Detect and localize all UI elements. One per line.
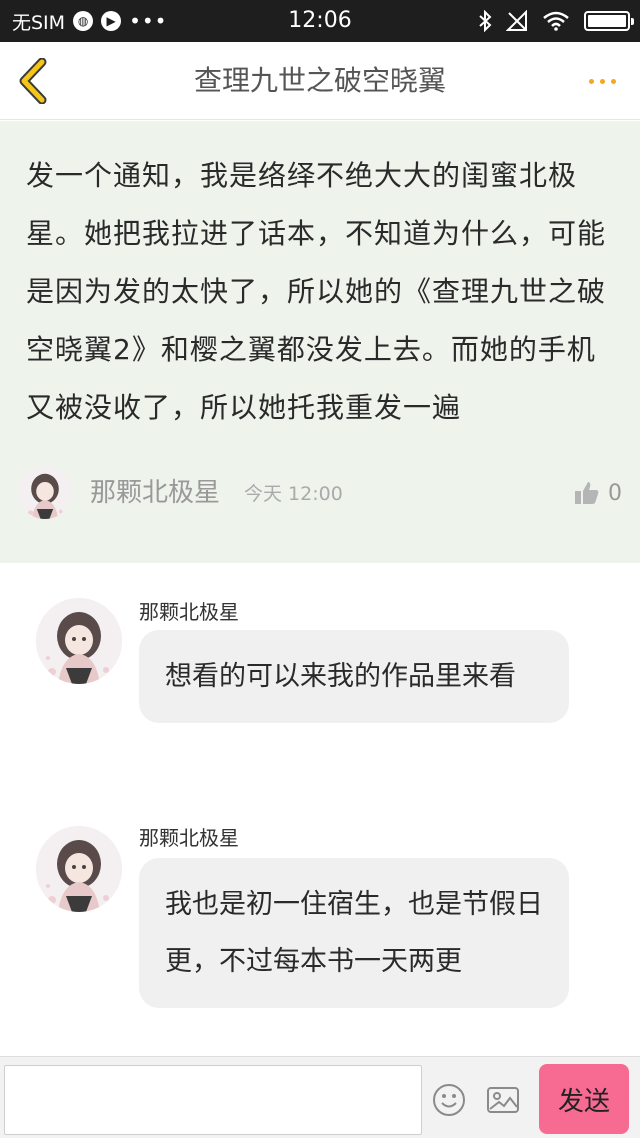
avatar[interactable] [36,598,122,684]
page-title: 查理九世之破空晓翼 [193,64,446,97]
more-options-button[interactable] [582,64,622,98]
no-signal-icon [506,10,528,32]
image-button[interactable] [486,1083,520,1117]
comment-author[interactable]: 那颗北极星 [139,596,239,625]
like-button[interactable]: 0 [574,477,622,509]
avatar[interactable] [18,465,72,519]
post-time: 今天 12:00 [244,483,343,505]
battery-icon [584,11,634,31]
comment-bubble: 想看的可以来我的作品里来看 [139,630,569,723]
chevron-left-icon [19,57,47,105]
bluetooth-icon [478,10,492,32]
status-right [478,0,634,42]
comment-author[interactable]: 那颗北极星 [139,822,239,851]
input-bar: 发送 [0,1056,640,1138]
smiley-icon [433,1084,465,1116]
wifi-icon [542,11,570,31]
status-bar: 无SIM ◍ ▶ ••• 12:06 [0,0,640,42]
avatar[interactable] [36,826,122,912]
battery-fill [588,15,626,27]
post-card: 发一个通知，我是络绎不绝大大的闺蜜北极星。她把我拉进了话本，不知道为什么，可能是… [0,121,640,563]
more-horizontal-icon [588,78,594,84]
like-count: 0 [608,480,622,506]
post-author[interactable]: 那颗北极星 [90,463,220,523]
thumbs-up-icon [575,482,599,504]
back-button[interactable] [14,57,54,105]
image-icon [487,1087,519,1113]
nav-bar: 查理九世之破空晓翼 [0,42,640,120]
comment-input[interactable] [4,1065,422,1135]
post-footer: 那颗北极星 今天 12:00 0 [18,463,622,523]
comment-bubble: 我也是初一住宿生，也是节假日更，不过每本书一天两更 [139,858,569,1008]
emoji-button[interactable] [432,1083,466,1117]
send-button[interactable]: 发送 [539,1064,629,1134]
post-text: 发一个通知，我是络绎不绝大大的闺蜜北极星。她把我拉进了话本，不知道为什么，可能是… [26,159,607,424]
